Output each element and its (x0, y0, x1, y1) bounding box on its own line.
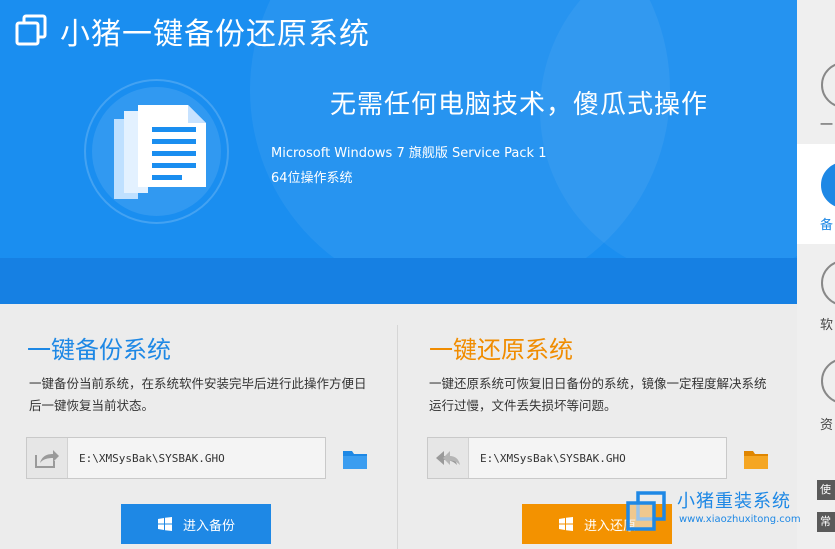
backup-path-input[interactable] (68, 438, 325, 478)
sidebar-item-icon (821, 358, 835, 404)
double-back-arrow-icon (428, 438, 469, 478)
backup-folder-icon[interactable] (342, 448, 368, 470)
sidebar-item-label: 软 (820, 318, 834, 333)
restore-title: 一键还原系统 (429, 336, 573, 364)
sidebar-item-icon (821, 62, 835, 108)
backup-path-field (26, 437, 326, 479)
backup-title: 一键备份系统 (27, 336, 171, 364)
sidebar: 一 备 软 资 使 常 (797, 0, 835, 549)
restore-path-input[interactable] (469, 438, 726, 478)
app-logo-icon (15, 14, 47, 46)
sidebar-item-icon (821, 162, 835, 208)
app-title: 小猪一键备份还原系统 (60, 17, 370, 52)
restore-folder-icon[interactable] (743, 448, 769, 470)
sidebar-item-label: 备 (820, 218, 834, 233)
windows-logo-icon (157, 517, 172, 531)
sidebar-item-software[interactable]: 软 (797, 244, 835, 344)
os-name-text: Microsoft Windows 7 旗舰版 Service Pack 1 (271, 146, 547, 161)
watermark-title: 小猪重装系统 (677, 491, 791, 512)
restore-description: 一键还原系统可恢复旧日备份的系统，镜像一定程度解决系统运行过慢，文件丢失损坏等问… (429, 376, 767, 413)
sidebar-item-one-key[interactable]: 一 (797, 42, 835, 142)
sidebar-item-backup[interactable]: 备 (797, 144, 835, 244)
sidebar-item-label: 资 (820, 418, 834, 433)
backup-description: 一键备份当前系统，在系统软件安装完毕后进行此操作方便日后一键恢复当前状态。 (29, 376, 367, 413)
header-banner: 小猪一键备份还原系统 无需任何电脑技术，傻瓜式操作 Microsoft Wind… (0, 0, 797, 304)
sidebar-item-icon (821, 260, 835, 306)
restore-path-field (427, 437, 727, 479)
enter-backup-label: 进入备份 (182, 518, 235, 534)
sidebar-item-resources[interactable]: 资 (797, 344, 835, 444)
banner-slogan: 无需任何电脑技术，傻瓜式操作 (330, 90, 709, 120)
watermark-logo-icon (626, 491, 666, 531)
os-architecture-text: 64位操作系统 (271, 171, 353, 186)
enter-backup-button[interactable]: 进入备份 (121, 504, 271, 544)
watermark: 小猪重装系统 www.xiaozhuxitong.com (625, 488, 825, 534)
windows-logo-icon (558, 517, 573, 531)
document-icon (114, 105, 206, 199)
sidebar-item-label: 一 (820, 118, 834, 133)
backup-panel: 一键备份系统 一键备份当前系统，在系统软件安装完毕后进行此操作方便日后一键恢复当… (0, 304, 397, 549)
watermark-url: www.xiaozhuxitong.com (679, 514, 801, 525)
export-arrow-icon (27, 438, 68, 478)
banner-bottom-band (0, 258, 797, 304)
